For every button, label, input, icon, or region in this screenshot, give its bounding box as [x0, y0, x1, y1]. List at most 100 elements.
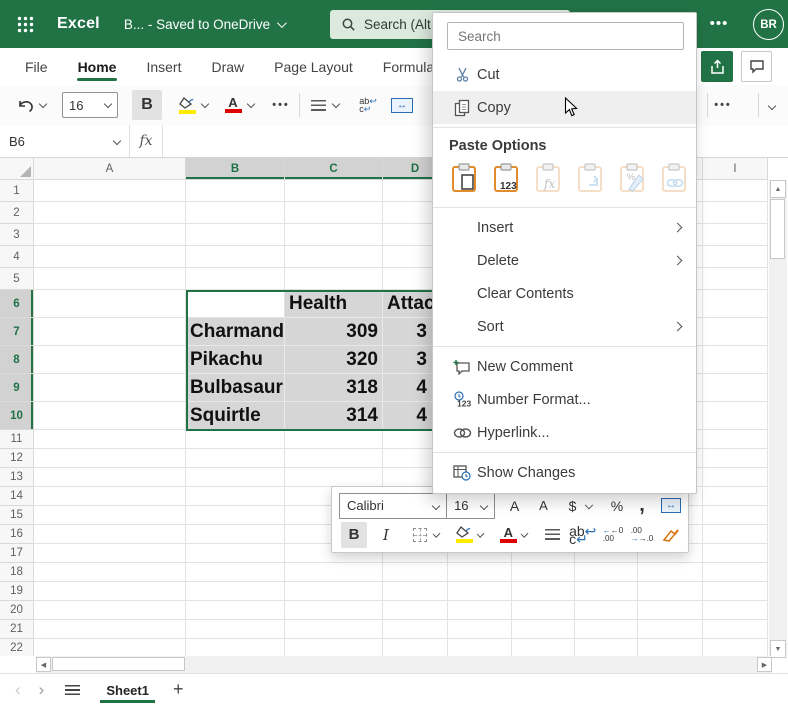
cell-A6[interactable] — [34, 290, 186, 318]
comma-format-button[interactable]: , — [632, 493, 652, 519]
row-header-2[interactable]: 2 — [0, 202, 34, 224]
cell-A21[interactable] — [34, 620, 186, 639]
tab-home[interactable]: Home — [63, 50, 132, 83]
cell-H19[interactable] — [638, 582, 703, 601]
row-header-22[interactable]: 22 — [0, 639, 34, 656]
row-header-12[interactable]: 12 — [0, 449, 34, 468]
cell-C4[interactable] — [285, 246, 383, 268]
cell-B1[interactable] — [186, 180, 285, 202]
decrease-decimal-button[interactable]: .00→→.0 — [632, 522, 652, 548]
cell-E22[interactable] — [448, 639, 512, 656]
cell-B8[interactable]: Pikachu — [186, 346, 285, 374]
cell-B9[interactable]: Bulbasaur — [186, 374, 285, 402]
tab-insert[interactable]: Insert — [131, 50, 196, 83]
cell-B4[interactable] — [186, 246, 285, 268]
cell-A1[interactable] — [34, 180, 186, 202]
cell-H21[interactable] — [638, 620, 703, 639]
cell-H22[interactable] — [638, 639, 703, 656]
cell-G19[interactable] — [575, 582, 638, 601]
cell-I14[interactable] — [703, 487, 768, 506]
bold-button[interactable]: B — [132, 90, 162, 120]
row-header-8[interactable]: 8 — [0, 346, 34, 374]
menu-item-delete[interactable]: Delete — [433, 244, 696, 277]
undo-button[interactable] — [14, 90, 36, 120]
cell-B7[interactable]: Charmander — [186, 318, 285, 346]
cell-B3[interactable] — [186, 224, 285, 246]
row-header-7[interactable]: 7 — [0, 318, 34, 346]
cell-B20[interactable] — [186, 601, 285, 620]
row-header-13[interactable]: 13 — [0, 468, 34, 487]
cell-A15[interactable] — [34, 506, 186, 525]
cell-B14[interactable] — [186, 487, 285, 506]
cell-A22[interactable] — [34, 639, 186, 656]
cell-A12[interactable] — [34, 449, 186, 468]
cell-G18[interactable] — [575, 563, 638, 582]
next-sheet-button[interactable]: › — [30, 680, 54, 700]
cell-B15[interactable] — [186, 506, 285, 525]
scroll-down-button[interactable]: ▼ — [770, 640, 786, 658]
font-color-chevron[interactable] — [521, 530, 529, 538]
fill-color-chevron[interactable] — [201, 100, 209, 108]
cell-C18[interactable] — [285, 563, 383, 582]
menu-item-cut[interactable]: Cut — [433, 58, 696, 91]
cell-A7[interactable] — [34, 318, 186, 346]
cell-I22[interactable] — [703, 639, 768, 656]
cell-A20[interactable] — [34, 601, 186, 620]
bold-button[interactable]: B — [341, 522, 367, 548]
cell-I6[interactable] — [703, 290, 768, 318]
add-sheet-button[interactable]: + — [163, 679, 194, 700]
all-sheets-icon[interactable] — [65, 685, 80, 695]
cell-B11[interactable] — [186, 430, 285, 449]
cell-D22[interactable] — [383, 639, 448, 656]
document-title[interactable]: B... - Saved to OneDrive — [124, 17, 284, 32]
cell-I13[interactable] — [703, 468, 768, 487]
menu-item-new-comment[interactable]: New Comment — [433, 350, 696, 383]
cell-D18[interactable] — [383, 563, 448, 582]
cell-D19[interactable] — [383, 582, 448, 601]
cell-A11[interactable] — [34, 430, 186, 449]
borders-chevron[interactable] — [433, 530, 441, 538]
cell-I2[interactable] — [703, 202, 768, 224]
align-chevron[interactable] — [332, 100, 340, 108]
cell-B17[interactable] — [186, 544, 285, 563]
horizontal-scrollbar[interactable]: ◀ ▶ — [36, 656, 772, 673]
row-header-17[interactable]: 17 — [0, 544, 34, 563]
cell-I11[interactable] — [703, 430, 768, 449]
font-size-select[interactable]: 16 — [62, 92, 118, 118]
cell-I16[interactable] — [703, 525, 768, 544]
cell-I18[interactable] — [703, 563, 768, 582]
menu-item-show-changes[interactable]: Show Changes — [433, 456, 696, 489]
cell-G21[interactable] — [575, 620, 638, 639]
menu-item-copy[interactable]: Copy — [433, 91, 696, 124]
cell-C2[interactable] — [285, 202, 383, 224]
prev-sheet-button[interactable]: ‹ — [6, 680, 30, 700]
shrink-font-button[interactable]: Aˇ — [533, 493, 553, 519]
row-header-14[interactable]: 14 — [0, 487, 34, 506]
tab-draw[interactable]: Draw — [196, 50, 259, 83]
cell-B12[interactable] — [186, 449, 285, 468]
cell-E18[interactable] — [448, 563, 512, 582]
more-formatting-button[interactable]: ••• — [270, 90, 292, 120]
cell-A5[interactable] — [34, 268, 186, 290]
cell-B13[interactable] — [186, 468, 285, 487]
cell-A16[interactable] — [34, 525, 186, 544]
cell-F18[interactable] — [512, 563, 575, 582]
cell-B19[interactable] — [186, 582, 285, 601]
cell-F21[interactable] — [512, 620, 575, 639]
cell-B16[interactable] — [186, 525, 285, 544]
header-more-button[interactable]: ••• — [706, 12, 732, 36]
cell-I19[interactable] — [703, 582, 768, 601]
cell-C7[interactable]: 309 — [285, 318, 383, 346]
align-button[interactable] — [542, 522, 562, 548]
sheet-tab-sheet1[interactable]: Sheet1 — [92, 675, 163, 704]
cell-B5[interactable] — [186, 268, 285, 290]
comments-button[interactable] — [741, 51, 772, 82]
cell-C21[interactable] — [285, 620, 383, 639]
cell-C22[interactable] — [285, 639, 383, 656]
cell-I4[interactable] — [703, 246, 768, 268]
cell-I8[interactable] — [703, 346, 768, 374]
cell-E21[interactable] — [448, 620, 512, 639]
menu-item-clear-contents[interactable]: Clear Contents — [433, 277, 696, 310]
cell-I3[interactable] — [703, 224, 768, 246]
cell-I21[interactable] — [703, 620, 768, 639]
